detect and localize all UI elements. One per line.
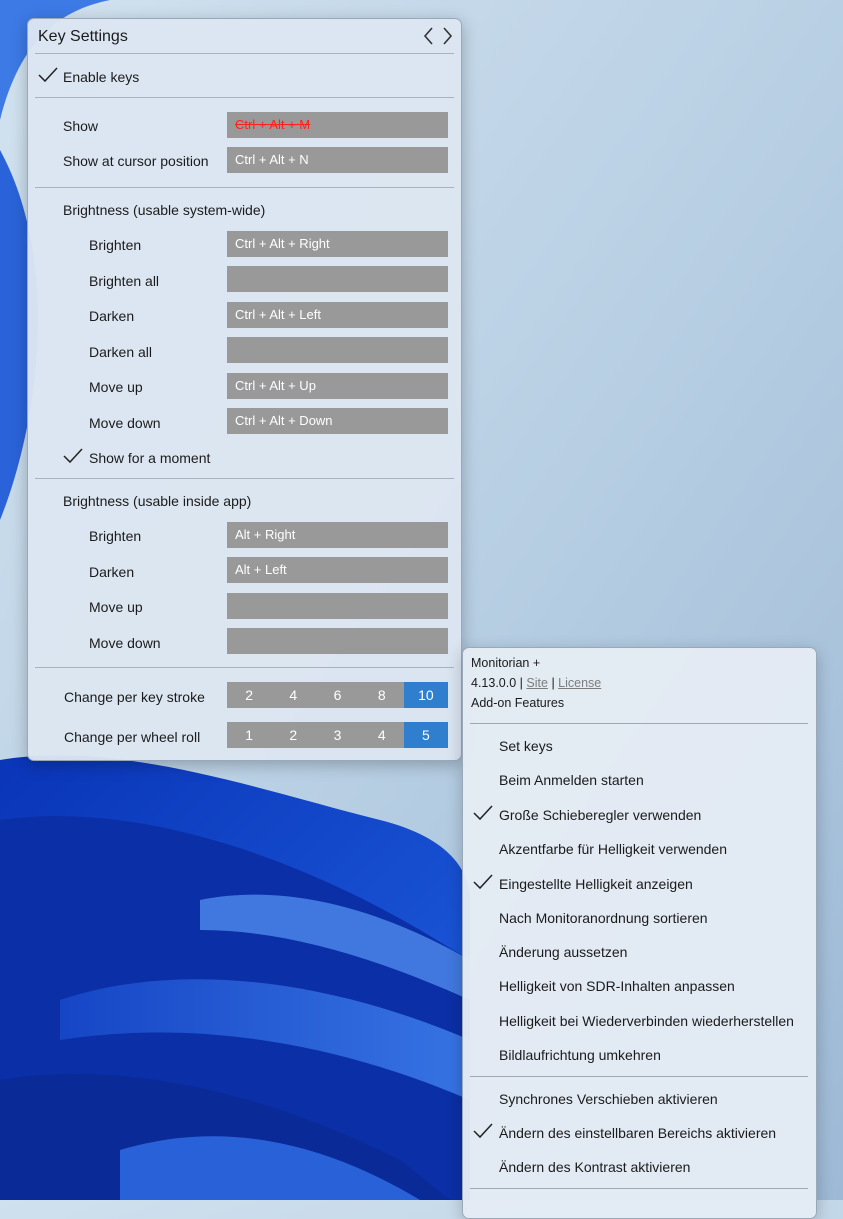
divider [35,478,454,479]
show-for-moment-checkbox[interactable]: Show for a moment [89,450,210,466]
checkmark-icon [63,448,83,464]
wheel-label: Change per wheel roll [64,729,201,745]
addon-features-label: Add-on Features [471,696,565,710]
keystroke-option-selected[interactable]: 10 [403,682,449,708]
app-move-up-hotkey-field[interactable] [227,593,448,619]
darken-all-label: Darken all [89,344,153,360]
wheel-option[interactable]: 2 [271,722,315,748]
menu-item-large-sliders[interactable]: Große Schieberegler verwenden [499,807,701,823]
wheel-option[interactable]: 4 [360,722,404,748]
cursor-position-label: Show at cursor position [63,153,209,169]
move-down-hotkey-field[interactable]: Ctrl + Alt + Down [227,408,448,434]
move-up-label: Move up [89,379,143,395]
enable-keys-checkbox[interactable]: Enable keys [63,69,139,85]
menu-item-set-keys[interactable]: Set keys [499,738,553,754]
divider [35,53,454,54]
divider [35,667,454,668]
menu-item-restore-on-reconnect[interactable]: Helligkeit bei Wiederverbinden wiederher… [499,1013,794,1029]
wheel-option[interactable]: 3 [315,722,359,748]
system-wide-section-heading: Brightness (usable system-wide) [63,202,266,218]
menu-item-sync-move[interactable]: Synchrones Verschieben aktivieren [499,1091,718,1107]
panel-title: Key Settings [38,28,128,45]
app-move-down-label: Move down [89,635,161,651]
version-line: 4.13.0.0 | Site | License [471,676,601,690]
keystroke-label: Change per key stroke [64,689,205,705]
divider [470,723,808,724]
divider [470,1188,808,1189]
move-up-hotkey-field[interactable]: Ctrl + Alt + Up [227,373,448,399]
app-darken-hotkey-field[interactable]: Alt + Left [227,557,448,583]
darken-all-hotkey-field[interactable] [227,337,448,363]
app-brighten-label: Brighten [89,528,142,544]
divider [35,187,454,188]
version-number: 4.13.0.0 [471,676,517,690]
keystroke-option[interactable]: 2 [227,682,271,708]
keystroke-step-selector: 2 4 6 8 10 [227,682,449,708]
divider-text: | [519,676,523,690]
show-hotkey-field[interactable]: Ctrl + Alt + M [227,112,448,138]
menu-item-defer-change[interactable]: Änderung aussetzen [499,944,627,960]
brighten-hotkey-field[interactable]: Ctrl + Alt + Right [227,231,448,257]
brighten-all-hotkey-field[interactable] [227,266,448,292]
app-brighten-hotkey-field[interactable]: Alt + Right [227,522,448,548]
brighten-all-label: Brighten all [89,273,160,289]
expand-collapse-icon[interactable] [423,25,453,47]
move-down-label: Move down [89,415,161,431]
darken-hotkey-field[interactable]: Ctrl + Alt + Left [227,302,448,328]
menu-item-sdr-brightness[interactable]: Helligkeit von SDR-Inhalten anpassen [499,978,735,994]
keystroke-option[interactable]: 6 [315,682,359,708]
menu-item-show-adjusted-brightness[interactable]: Eingestellte Helligkeit anzeigen [499,876,693,892]
app-move-up-label: Move up [89,599,143,615]
checkmark-icon [473,874,493,890]
divider [35,97,454,98]
license-link[interactable]: License [558,676,601,690]
checkmark-icon [473,805,493,821]
menu-item-start-on-signin[interactable]: Beim Anmelden starten [499,772,644,788]
divider-text: | [551,676,555,690]
divider [470,1076,808,1077]
brighten-label: Brighten [89,237,142,253]
site-link[interactable]: Site [526,676,548,690]
wheel-option[interactable]: 1 [227,722,271,748]
checkmark-icon [38,67,58,83]
menu-item-contrast-change[interactable]: Ändern des Kontrast aktivieren [499,1159,690,1175]
menu-item-invert-scroll[interactable]: Bildlaufrichtung umkehren [499,1047,661,1063]
inside-app-section-heading: Brightness (usable inside app) [63,493,252,509]
cursor-position-hotkey-field[interactable]: Ctrl + Alt + N [227,147,448,173]
key-settings-panel: Key Settings Enable keys Show Ctrl + Alt… [27,18,462,761]
darken-label: Darken [89,308,135,324]
menu-item-sort-by-arrangement[interactable]: Nach Monitoranordnung sortieren [499,910,708,926]
monitorian-context-menu: Monitorian + 4.13.0.0 | Site | License A… [462,647,817,1219]
wheel-step-selector: 1 2 3 4 5 [227,722,449,748]
show-label: Show [63,118,99,134]
menu-item-accent-color[interactable]: Akzentfarbe für Helligkeit verwenden [499,841,727,857]
app-darken-label: Darken [89,564,135,580]
checkmark-icon [473,1123,493,1139]
wheel-option-selected[interactable]: 5 [403,722,449,748]
app-move-down-hotkey-field[interactable] [227,628,448,654]
menu-item-range-change[interactable]: Ändern des einstellbaren Bereichs aktivi… [499,1125,776,1141]
keystroke-option[interactable]: 4 [271,682,315,708]
keystroke-option[interactable]: 8 [360,682,404,708]
app-name: Monitorian + [471,656,541,670]
